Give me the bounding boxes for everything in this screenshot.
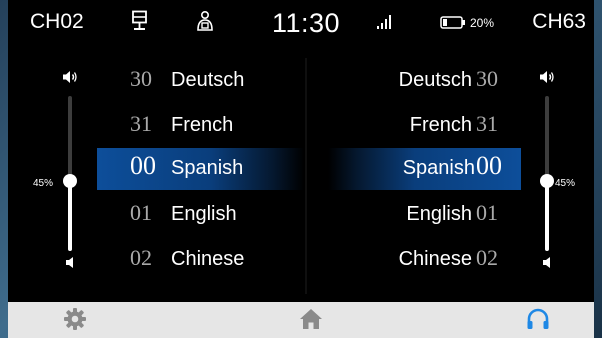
headphones-icon[interactable] xyxy=(525,306,555,334)
language-item[interactable]: 31 French xyxy=(8,105,304,147)
language-channel-number: 01 xyxy=(476,200,498,225)
battery-icon xyxy=(440,16,466,34)
language-channel-number: 00 xyxy=(476,151,502,180)
language-item[interactable]: 01 English xyxy=(8,194,304,236)
settings-gear-icon[interactable] xyxy=(62,306,92,334)
language-name: English xyxy=(406,203,472,225)
speaker-mute-icon xyxy=(542,256,552,274)
language-item[interactable]: 30 Deutsch xyxy=(8,60,304,102)
language-channel-number: 00 xyxy=(130,151,156,180)
language-name: Spanish xyxy=(402,157,475,179)
signal-bars-icon xyxy=(376,14,394,35)
language-item[interactable]: 02 Chinese xyxy=(8,239,304,281)
volume-percent: 45% xyxy=(555,178,576,189)
language-name: Deutsch xyxy=(171,69,245,91)
language-channel-number: 30 xyxy=(130,66,152,91)
left-language-list: 30 Deutsch 31 French 00 Spanish 01 Engli… xyxy=(8,58,304,294)
language-name: French xyxy=(409,114,472,136)
right-channel-label: CH63 xyxy=(532,10,586,33)
language-name: French xyxy=(171,114,234,136)
seat-person-icon xyxy=(194,10,216,37)
bottom-nav xyxy=(8,302,594,338)
language-channel-number: 01 xyxy=(130,200,152,225)
language-item-selected[interactable]: 00 Spanish xyxy=(97,148,304,190)
language-channel-number: 02 xyxy=(476,245,498,270)
language-item-selected[interactable]: Spanish 00 xyxy=(328,148,521,190)
volume-knob[interactable] xyxy=(540,174,554,189)
language-name: Deutsch xyxy=(398,69,472,91)
language-channel-number: 02 xyxy=(130,245,152,270)
right-volume-slider[interactable]: 45% xyxy=(533,70,576,280)
language-name: Spanish xyxy=(171,157,244,179)
clock: 11:30 xyxy=(272,8,341,38)
speaker-icon xyxy=(539,70,555,89)
language-channel-number: 31 xyxy=(476,111,498,136)
home-icon[interactable] xyxy=(298,306,328,334)
language-name: Chinese xyxy=(171,248,245,270)
language-name: Chinese xyxy=(398,248,472,270)
left-channel-label: CH02 xyxy=(30,10,84,33)
screen: CH02 11:30 20% CH63 45% 30 Deutsch 31 Fr… xyxy=(8,0,594,338)
language-name: English xyxy=(171,203,237,225)
language-channel-number: 31 xyxy=(130,111,152,136)
status-bar: CH02 11:30 20% CH63 xyxy=(8,0,594,44)
volume-fill xyxy=(545,181,549,251)
panel-divider xyxy=(305,58,307,294)
language-channel-number: 30 xyxy=(476,66,498,91)
battery-percent: 20% xyxy=(470,16,495,30)
screen-mirror-icon xyxy=(130,10,150,37)
